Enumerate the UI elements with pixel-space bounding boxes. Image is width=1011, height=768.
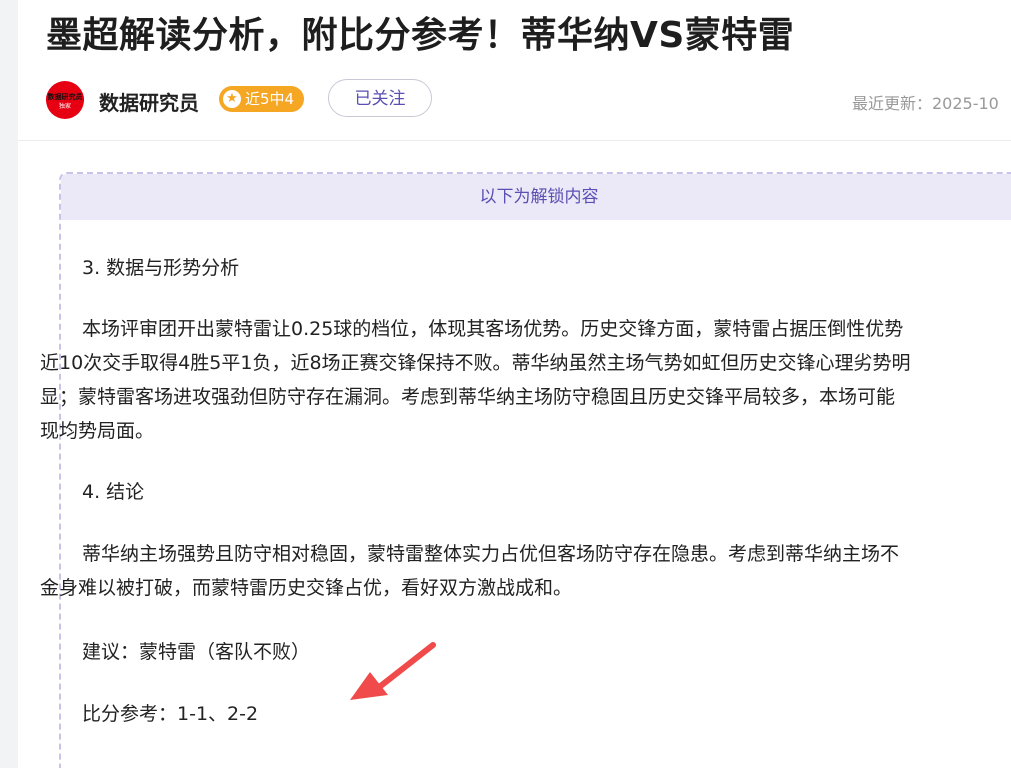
author-row: 数据研究员 独家 数据研究员 ★ 近5中4 已关注 最近更新：2025-10 bbox=[46, 78, 1011, 120]
section-heading: 4. 结论 bbox=[40, 475, 144, 509]
red-arrow-icon bbox=[350, 642, 436, 700]
paragraph-line: 显；蒙特雷客场进攻强劲但防守存在漏洞。考虑到蒂华纳主场防守稳固且历史交锋平局较多… bbox=[40, 386, 896, 408]
score-reference-text: 比分参考：1-1、2-2 bbox=[82, 703, 259, 725]
suggestion-text: 建议：蒙特雷（客队不败） bbox=[82, 641, 311, 663]
paragraph-line: 近10次交手取得4胜5平1负，近8场正赛交锋保持不败。蒂华纳虽然主场气势如虹但历… bbox=[40, 352, 911, 374]
section-4-paragraph: 蒂华纳主场强势且防守相对稳固，蒙特雷整体实力占优但客场防守存在隐患。考虑到蒂华纳… bbox=[40, 537, 899, 605]
section-3-heading: 3. 数据与形势分析 bbox=[82, 257, 240, 279]
update-time: 最近更新：2025-10 bbox=[852, 94, 999, 113]
paragraph-line: 蒂华纳主场强势且防守相对稳固，蒙特雷整体实力占优但客场防守存在隐患。考虑到蒂华纳… bbox=[82, 543, 900, 565]
paragraph-line: 现均势局面。 bbox=[40, 420, 155, 442]
follow-button[interactable]: 已关注 bbox=[328, 79, 432, 117]
hit-rate-label: 近5中4 bbox=[245, 90, 295, 108]
suggestion: 建议：蒙特雷（客队不败） bbox=[40, 635, 310, 669]
avatar-subtext: 独家 bbox=[58, 103, 71, 110]
section-3-paragraph: 本场评审团开出蒙特雷让0.25球的档位，体现其客场优势。历史交锋方面，蒙特雷占据… bbox=[40, 312, 911, 448]
score-reference: 比分参考：1-1、2-2 bbox=[40, 697, 258, 731]
article-title: 墨超解读分析，附比分参考！蒂华纳VS蒙特雷 bbox=[46, 15, 795, 56]
author-name[interactable]: 数据研究员 bbox=[99, 87, 199, 116]
unlocked-content-header: 以下为解锁内容 bbox=[61, 174, 1011, 220]
paragraph-line: 金身难以被打破，而蒙特雷历史交锋占优，看好双方激战成和。 bbox=[40, 577, 573, 599]
section-heading: 3. 数据与形势分析 bbox=[40, 251, 239, 285]
article-page: 墨超解读分析，附比分参考！蒂华纳VS蒙特雷 数据研究员 独家 数据研究员 ★ 近… bbox=[18, 0, 1011, 768]
divider bbox=[18, 140, 1011, 141]
star-icon: ★ bbox=[223, 90, 241, 108]
hit-rate-badge: ★ 近5中4 bbox=[219, 86, 305, 112]
section-4-heading: 4. 结论 bbox=[82, 481, 145, 503]
avatar[interactable]: 数据研究员 独家 bbox=[46, 81, 84, 119]
avatar-text: 数据研究员 bbox=[46, 93, 84, 102]
paragraph-line: 本场评审团开出蒙特雷让0.25球的档位，体现其客场优势。历史交锋方面，蒙特雷占据… bbox=[82, 318, 904, 340]
